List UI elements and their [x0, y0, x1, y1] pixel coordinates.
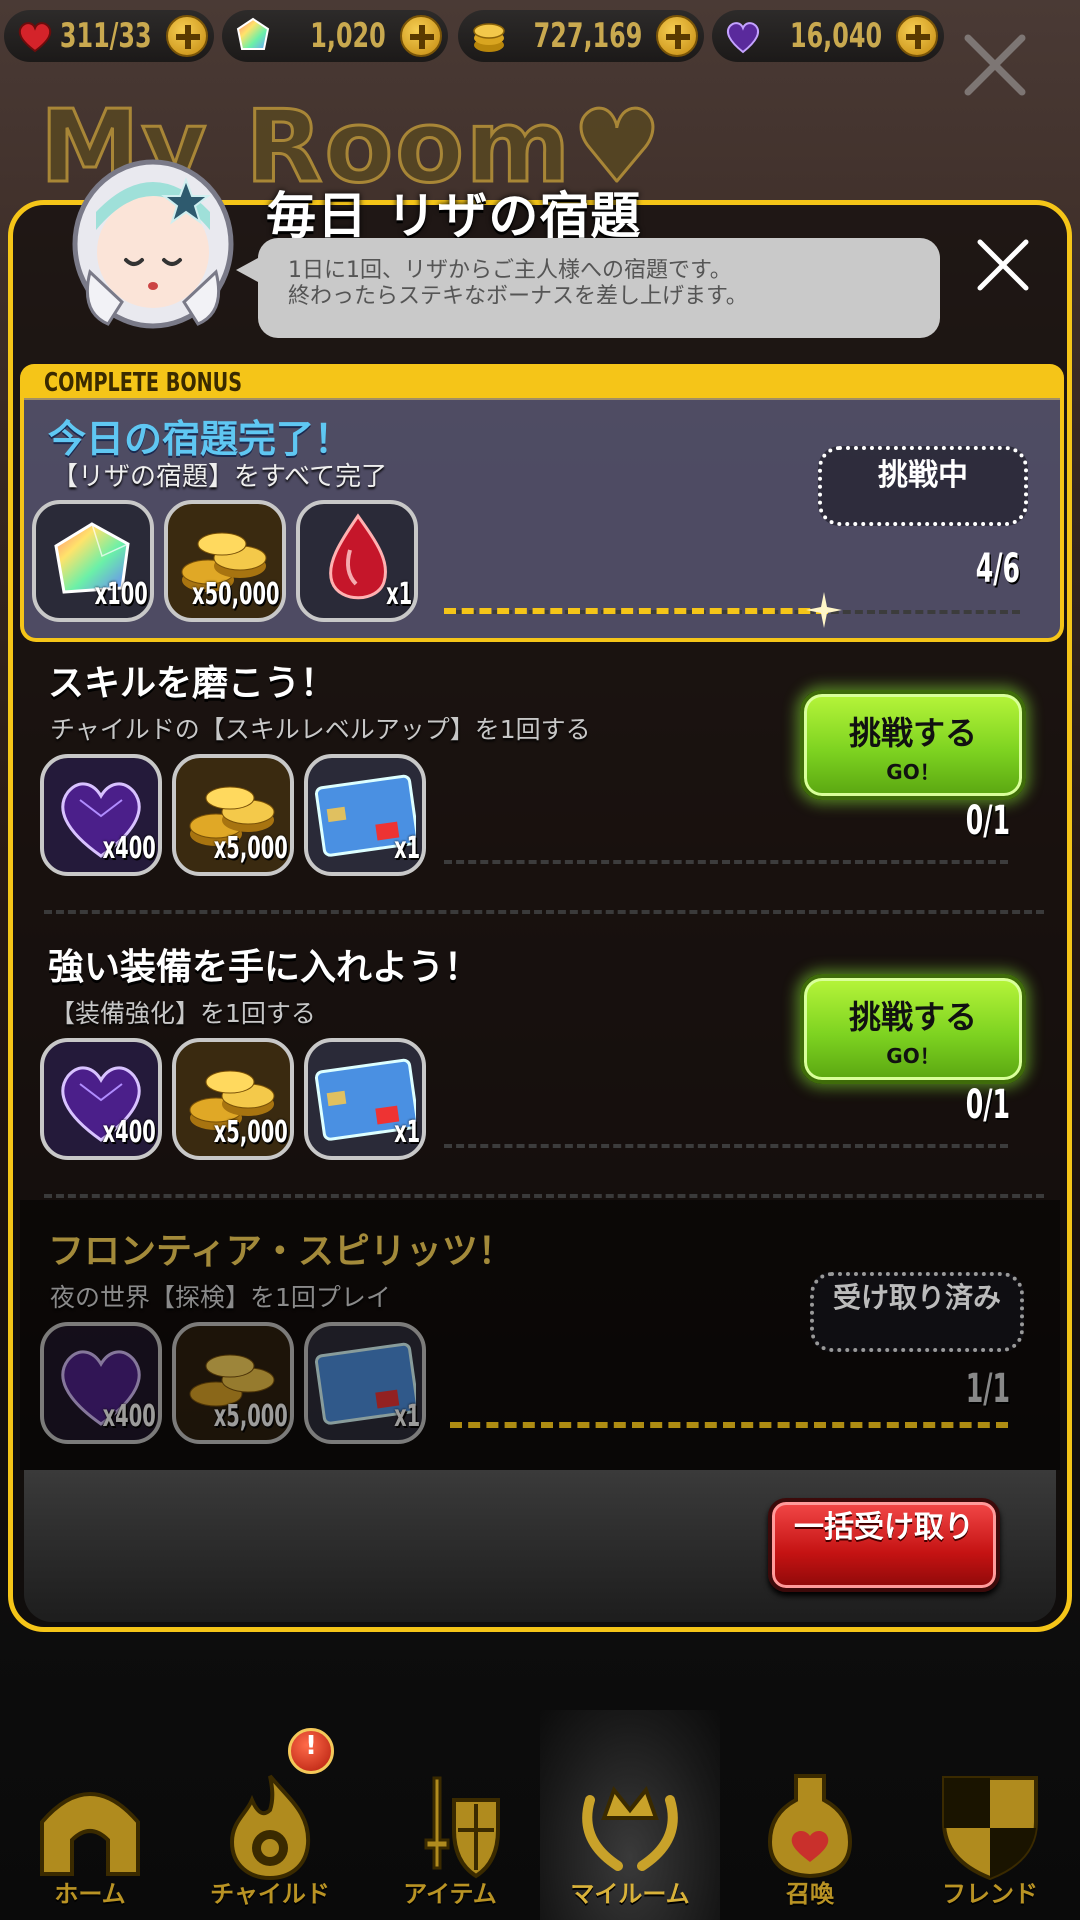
reward-item: x5,000 — [172, 1038, 294, 1160]
gold-coin-icon — [473, 23, 505, 52]
reward-item: x1 — [296, 500, 418, 622]
complete-bonus-title: 今日の宿題完了！ — [48, 417, 353, 461]
reward-item: x1 — [304, 754, 426, 876]
task-progress-fill — [450, 1422, 1008, 1428]
task-go-button[interactable]: 挑戦する GO！ — [800, 690, 1026, 800]
go-button-sublabel: GO！ — [886, 760, 940, 784]
reward-item: x1 — [304, 1038, 426, 1160]
add-gems-button[interactable] — [400, 15, 442, 57]
task-title: フロンティア・スピリッツ！ — [48, 1231, 514, 1272]
heart-icon — [18, 22, 52, 53]
flame-icon — [229, 1774, 311, 1880]
reward-qty: x400 — [102, 1399, 156, 1434]
bonus-progress-fill — [444, 608, 828, 614]
child-notification-badge: ! — [288, 1728, 334, 1774]
task-progress-track — [444, 860, 1008, 864]
purple-gems-value: 16,040 — [789, 16, 882, 56]
reward-qty: x1 — [393, 831, 420, 866]
reward-qty: x100 — [94, 577, 148, 612]
shield-icon — [942, 1776, 1038, 1880]
reward-item: x400 — [40, 754, 162, 876]
modal-close-button[interactable] — [974, 236, 1032, 294]
rainbow-gem-icon — [236, 17, 270, 50]
reward-qty: x5,000 — [213, 1115, 288, 1150]
nav-friend[interactable]: フレンド — [900, 1710, 1080, 1920]
nav-child[interactable]: チャイルド — [180, 1710, 360, 1920]
task-description: 夜の世界【探検】を1回プレイ — [50, 1283, 391, 1312]
go-button-label: 挑戦する — [848, 714, 977, 752]
resource-coins: 727,169 — [458, 10, 704, 62]
potion-bottle-icon — [767, 1774, 853, 1879]
bottom-navigation: ホーム チャイルド アイテム マイルーム 召喚 フレンド — [0, 1710, 1080, 1920]
task-go-button[interactable]: 挑戦する GO！ — [800, 974, 1026, 1084]
claimed-status-button[interactable]: 受け取り済み — [810, 1272, 1024, 1352]
resource-gems: 1,020 — [222, 10, 448, 62]
liza-avatar — [72, 159, 234, 329]
nav-item-menu[interactable]: アイテム — [360, 1710, 540, 1920]
task-title: スキルを磨こう！ — [48, 663, 337, 704]
background-close-icon — [964, 34, 1026, 96]
sparkle-icon — [806, 592, 842, 628]
resource-purple-gems: 16,040 — [712, 10, 944, 62]
complete-bonus-tab: COMPLETE BONUS — [20, 364, 1064, 400]
add-stamina-button[interactable] — [166, 15, 208, 57]
go-button-sublabel: GO！ — [886, 1044, 940, 1068]
task-progress-text: 0/1 — [965, 798, 1010, 844]
speech-bubble: 1日に1回、リザからご主人様への宿題です。 終わったらステキなボーナスを差し上げ… — [236, 238, 940, 338]
reward-qty: x1 — [385, 577, 412, 612]
reward-qty: x5,000 — [213, 1399, 288, 1434]
task-progress-text: 1/1 — [965, 1366, 1010, 1412]
task-description: チャイルドの【スキルレベルアップ】を1回する — [50, 715, 591, 744]
stamina-value: 311/33 — [60, 16, 152, 56]
reward-item: x5,000 — [172, 754, 294, 876]
reward-item: x400 — [40, 1038, 162, 1160]
speech-line-2: 終わったらステキなボーナスを差し上げます。 — [288, 284, 748, 309]
nav-label: ホーム — [54, 1880, 126, 1908]
bonus-progress-text: 4/6 — [975, 546, 1020, 592]
task-separator — [44, 910, 1044, 914]
reward-qty: x50,000 — [192, 577, 280, 612]
nav-label: フレンド — [942, 1880, 1038, 1908]
claim-all-button[interactable]: 一括受け取り — [768, 1498, 1000, 1592]
nav-home[interactable]: ホーム — [0, 1710, 180, 1920]
speech-line-1: 1日に1回、リザからご主人様への宿題です。 — [288, 258, 732, 283]
task-separator — [44, 1194, 1044, 1198]
task-description: 【装備強化】を1回する — [50, 999, 316, 1028]
complete-bonus-label: COMPLETE BONUS — [44, 368, 243, 398]
reward-qty: x400 — [102, 831, 156, 866]
coins-value: 727,169 — [533, 16, 642, 56]
crown-laurel-icon — [582, 1785, 678, 1871]
sword-shield-icon — [424, 1776, 500, 1879]
reward-qty: x400 — [102, 1115, 156, 1150]
task-title: 強い装備を手に入れよう！ — [48, 947, 481, 988]
reward-item: x50,000 — [164, 500, 286, 622]
reward-item: x5,000 — [172, 1322, 294, 1444]
resource-stamina: 311/33 — [4, 10, 214, 62]
reward-item: x1 — [304, 1322, 426, 1444]
go-button-label: 挑戦する — [848, 998, 977, 1036]
task-progress-track — [444, 1144, 1008, 1148]
nav-label: マイルーム — [570, 1880, 690, 1908]
add-purple-gems-button[interactable] — [896, 15, 938, 57]
add-coins-button[interactable] — [656, 15, 698, 57]
reward-qty: x5,000 — [213, 831, 288, 866]
gems-value: 1,020 — [310, 16, 386, 56]
nav-label: 召喚 — [786, 1880, 834, 1908]
challenging-status-button[interactable]: 挑戦中 — [818, 446, 1028, 526]
reward-qty: x1 — [393, 1399, 420, 1434]
reward-item: x100 — [32, 500, 154, 622]
nav-summon[interactable]: 召喚 — [720, 1710, 900, 1920]
home-icon — [40, 1792, 140, 1876]
nav-my-room[interactable]: マイルーム — [540, 1710, 720, 1920]
reward-item: x400 — [40, 1322, 162, 1444]
nav-label: チャイルド — [210, 1880, 330, 1908]
reward-qty: x1 — [393, 1115, 420, 1150]
purple-heart-gem-icon — [726, 22, 760, 54]
complete-bonus-description: 【リザの宿題】をすべて完了 — [52, 462, 388, 492]
nav-label: アイテム — [403, 1880, 497, 1908]
task-progress-text: 0/1 — [965, 1082, 1010, 1128]
